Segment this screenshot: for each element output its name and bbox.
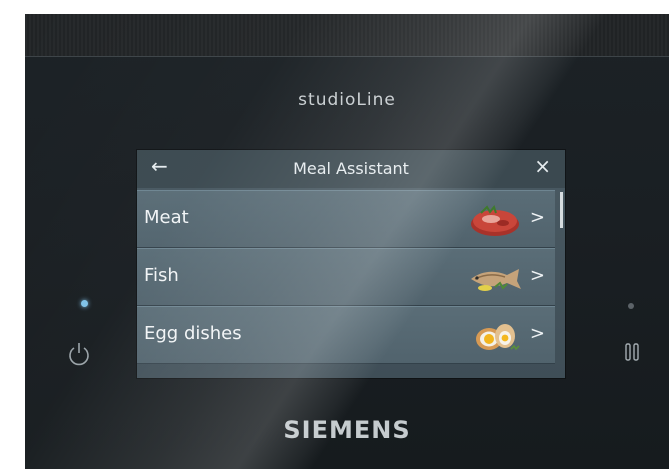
pause-icon[interactable] [621, 341, 643, 363]
status-indicator-dot [628, 303, 634, 309]
display-screen: ← Meal Assistant × Meat > Fish > Egg dis… [137, 150, 565, 378]
brand-logo: SIEMENS [283, 416, 411, 444]
meal-category-list: Meat > Fish > Egg dishes > [137, 190, 555, 364]
panel-divider [25, 56, 669, 57]
screen-header: ← Meal Assistant × [137, 150, 565, 188]
list-item-label: Egg dishes [144, 323, 242, 344]
list-item-label: Fish [144, 265, 179, 286]
fish-dish-image [471, 269, 521, 291]
power-indicator-led [81, 300, 88, 307]
boiled-eggs-image [476, 324, 520, 351]
list-item-egg-dishes[interactable]: Egg dishes > [137, 306, 555, 364]
product-line-label: studioLine [298, 90, 396, 110]
close-icon[interactable]: × [534, 154, 551, 178]
list-item-label: Meat [144, 207, 189, 228]
scrollbar[interactable] [560, 192, 563, 228]
chevron-right-icon: > [529, 207, 545, 228]
chevron-right-icon: > [529, 323, 545, 344]
oven-control-panel: studioLine ← Meal Assistant × Meat > Fis… [25, 14, 669, 469]
chevron-right-icon: > [529, 265, 545, 286]
list-item-meat[interactable]: Meat > [137, 190, 555, 248]
power-icon[interactable] [65, 340, 93, 368]
top-vent-band [25, 14, 669, 56]
meat-steak-image [471, 204, 519, 236]
list-item-fish[interactable]: Fish > [137, 248, 555, 306]
screen-title: Meal Assistant [293, 159, 409, 178]
